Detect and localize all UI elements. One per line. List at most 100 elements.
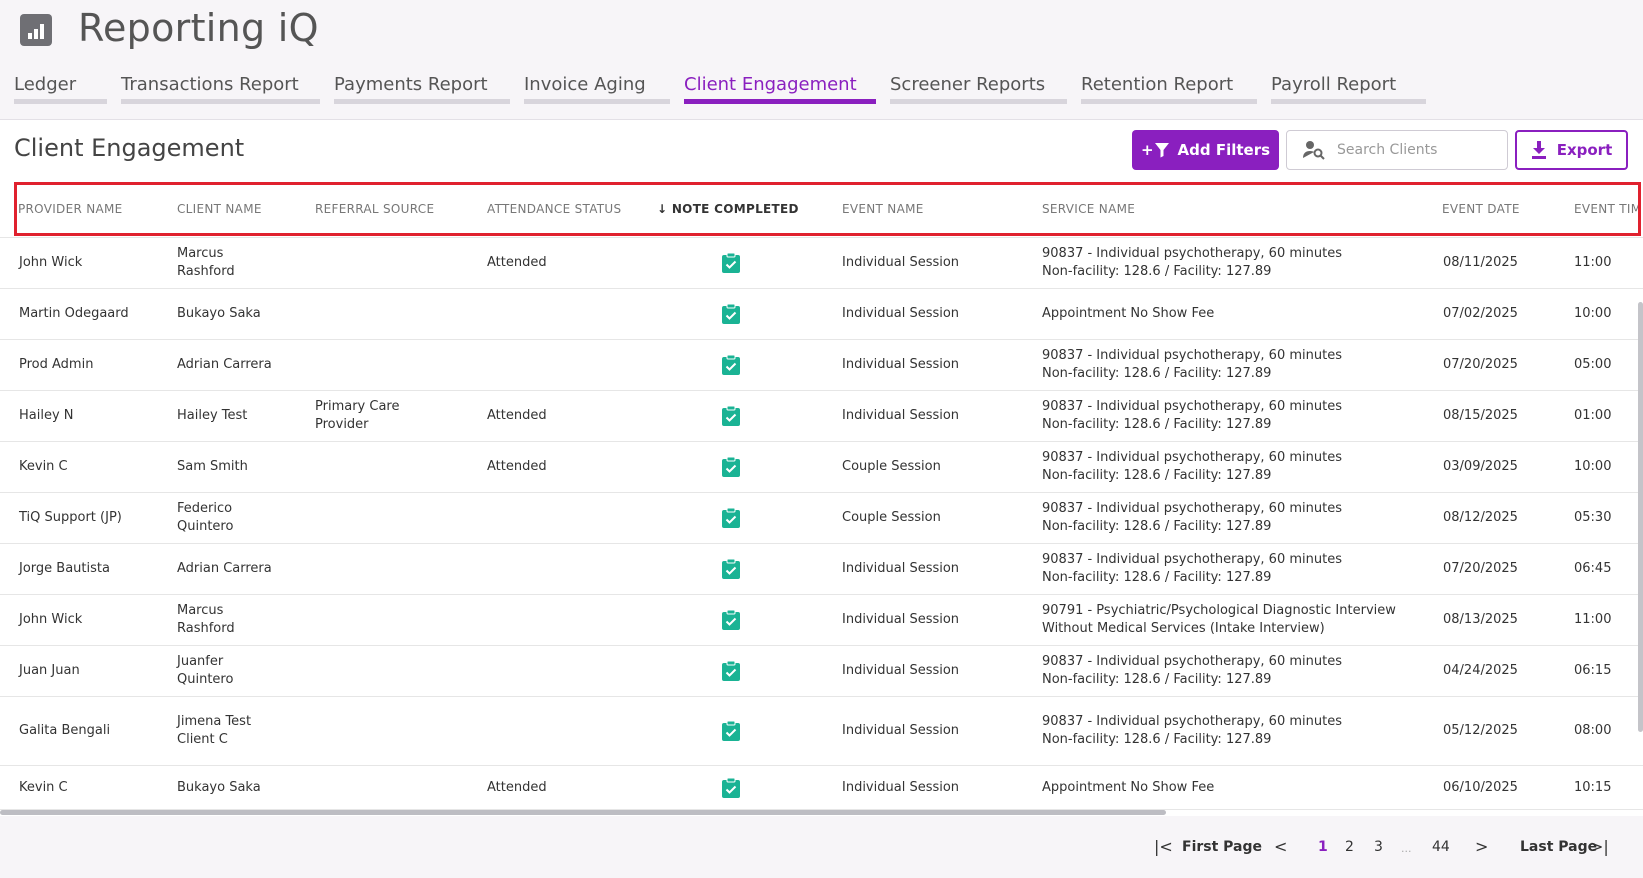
table-row[interactable]: Kevin C Sam Smith Attended Couple Session 90…: [0, 442, 1643, 493]
note-completed-check-icon: [722, 558, 740, 579]
event-name-cell: Individual Session: [842, 663, 960, 678]
service-name-line: 90791 - Psychiatric/Psychological Diagno…: [1042, 603, 1396, 618]
service-fee-line: Non-facility: 128.6 / Facility: 127.89: [1042, 732, 1272, 747]
provider-name-cell: Jorge Bautista: [19, 561, 110, 576]
provider-name-cell: John Wick: [19, 255, 83, 270]
user-search-icon: [1303, 141, 1325, 160]
table-row[interactable]: John Wick Marcus Rashford Individual Sessi…: [0, 595, 1643, 646]
client-name-cell: Sam Smith: [177, 459, 248, 474]
event-time-cell: 11:00: [1574, 612, 1612, 627]
column-event-date[interactable]: EVENT DATE: [1442, 202, 1520, 216]
tab-ledger[interactable]: Ledger: [14, 74, 107, 104]
event-date-cell: 07/20/2025: [1443, 561, 1518, 576]
page-44-button[interactable]: 44: [1432, 839, 1450, 855]
service-name-cell: 90837 - Individual psychotherapy, 60 min…: [1042, 347, 1342, 383]
client-name-cell: Adrian Carrera: [177, 561, 272, 576]
column-attendance-status[interactable]: ATTENDANCE STATUS: [487, 202, 621, 216]
column-note-completed[interactable]: ↓ NOTE COMPLETED: [657, 202, 799, 216]
table-row[interactable]: John Wick Marcus Rashford Attended Individu…: [0, 238, 1643, 289]
provider-name-cell: Hailey N: [19, 408, 74, 423]
prev-page-icon[interactable]: <: [1274, 837, 1287, 856]
event-date-cell: 08/11/2025: [1443, 255, 1518, 270]
service-name-cell: 90837 - Individual psychotherapy, 60 min…: [1042, 500, 1342, 536]
client-name-cell: Federico Quintero: [177, 501, 234, 534]
table-row[interactable]: Martin Odegaard Bukayo Saka Individual Ses…: [0, 289, 1643, 340]
service-name-cell: 90837 - Individual psychotherapy, 60 min…: [1042, 713, 1342, 749]
tab-retention-report[interactable]: Retention Report: [1081, 74, 1257, 104]
provider-name-cell: TiQ Support (JP): [19, 510, 122, 525]
page-1-button[interactable]: 1: [1318, 839, 1328, 855]
horizontal-scrollbar[interactable]: [0, 810, 1166, 815]
service-name-line: 90837 - Individual psychotherapy, 60 min…: [1042, 399, 1342, 414]
vertical-scrollbar[interactable]: [1638, 302, 1643, 732]
next-page-icon[interactable]: >: [1475, 837, 1488, 856]
app-title: Reporting iQ: [78, 6, 319, 50]
event-time-cell: 06:15: [1574, 663, 1612, 678]
event-time-cell: 06:45: [1574, 561, 1612, 576]
table-row[interactable]: Hailey N Hailey Test Primary Care Provider…: [0, 391, 1643, 442]
note-completed-check-icon: [722, 720, 740, 741]
tab-payroll-report[interactable]: Payroll Report: [1271, 74, 1426, 104]
first-page-button[interactable]: First Page: [1182, 839, 1262, 855]
event-date-cell: 04/24/2025: [1443, 663, 1518, 678]
event-date-cell: 06/10/2025: [1443, 779, 1518, 795]
export-label: Export: [1556, 141, 1613, 159]
provider-name-cell: Juan Juan: [19, 663, 80, 678]
toolbar: Client Engagement + Add Filters Export: [0, 120, 1643, 182]
event-date-cell: 08/13/2025: [1443, 612, 1518, 627]
service-fee-line: Non-facility: 128.6 / Facility: 127.89: [1042, 672, 1272, 687]
event-name-cell: Individual Session: [842, 306, 960, 321]
page-3-button[interactable]: 3: [1374, 839, 1383, 855]
service-name-line: 90837 - Individual psychotherapy, 60 min…: [1042, 450, 1342, 465]
column-event-time[interactable]: EVENT TIM: [1574, 202, 1641, 216]
page-2-button[interactable]: 2: [1345, 839, 1354, 855]
column-referral-source[interactable]: REFERRAL SOURCE: [315, 202, 434, 216]
last-page-icon[interactable]: >|: [1590, 837, 1609, 856]
event-name-cell: Individual Session: [842, 612, 960, 627]
note-completed-check-icon: [722, 354, 740, 375]
client-name-cell: Juanfer Quintero: [177, 654, 234, 687]
event-date-cell: 05/12/2025: [1443, 723, 1518, 738]
table-header: PROVIDER NAME CLIENT NAME REFERRAL SOURC…: [0, 182, 1643, 238]
event-name-cell: Couple Session: [842, 459, 941, 474]
search-clients-input[interactable]: [1337, 142, 1497, 158]
note-completed-check-icon: [722, 660, 740, 681]
last-page-button[interactable]: Last Page: [1520, 839, 1597, 855]
tab-transactions-report[interactable]: Transactions Report: [121, 74, 320, 104]
event-time-cell: 05:30: [1574, 510, 1612, 525]
export-button[interactable]: Export: [1515, 130, 1628, 170]
search-box[interactable]: [1286, 130, 1508, 170]
table-row[interactable]: Juan Juan Juanfer Quintero Individual Sess…: [0, 646, 1643, 697]
note-completed-check-icon: [722, 405, 740, 426]
service-name-cell: 90837 - Individual psychotherapy, 60 min…: [1042, 398, 1342, 434]
table-row[interactable]: Galita Bengali Jimena Test Client C Indivi…: [0, 697, 1643, 766]
service-fee-line: Without Medical Services (Intake Intervi…: [1042, 621, 1325, 636]
column-event-name[interactable]: EVENT NAME: [842, 202, 924, 216]
note-completed-check-icon: [722, 303, 740, 324]
note-completed-check-icon: [722, 609, 740, 630]
first-page-icon[interactable]: |<: [1154, 837, 1173, 856]
column-provider-name[interactable]: PROVIDER NAME: [18, 202, 123, 216]
service-name-cell: 90837 - Individual psychotherapy, 60 min…: [1042, 245, 1342, 281]
tab-screener-reports[interactable]: Screener Reports: [890, 74, 1067, 104]
client-name-cell: Hailey Test: [177, 408, 248, 423]
event-date-cell: 08/15/2025: [1443, 408, 1518, 423]
table-row[interactable]: Prod Admin Adrian Carrera Individual Sessi…: [0, 340, 1643, 391]
download-icon: [1531, 141, 1546, 159]
table-row[interactable]: TiQ Support (JP) Federico Quintero Couple …: [0, 493, 1643, 544]
event-date-cell: 07/20/2025: [1443, 357, 1518, 372]
event-time-cell: 01:00: [1574, 408, 1612, 423]
tab-invoice-aging[interactable]: Invoice Aging: [524, 74, 670, 104]
tab-payments-report[interactable]: Payments Report: [334, 74, 510, 104]
service-name-line: 90837 - Individual psychotherapy, 60 min…: [1042, 654, 1342, 669]
column-client-name[interactable]: CLIENT NAME: [177, 202, 262, 216]
client-name-cell: Bukayo Saka: [177, 779, 261, 795]
column-service-name[interactable]: SERVICE NAME: [1042, 202, 1135, 216]
table-row[interactable]: Jorge Bautista Adrian Carrera Individual S…: [0, 544, 1643, 595]
add-filters-button[interactable]: + Add Filters: [1132, 130, 1279, 170]
tab-client-engagement[interactable]: Client Engagement: [684, 74, 876, 104]
event-name-cell: Individual Session: [842, 723, 960, 738]
table-row[interactable]: Kevin C Bukayo Saka Attended Individual Ses…: [0, 766, 1643, 810]
pagination-ellipsis: ...: [1401, 842, 1412, 855]
engagement-table: PROVIDER NAME CLIENT NAME REFERRAL SOURC…: [0, 182, 1643, 816]
